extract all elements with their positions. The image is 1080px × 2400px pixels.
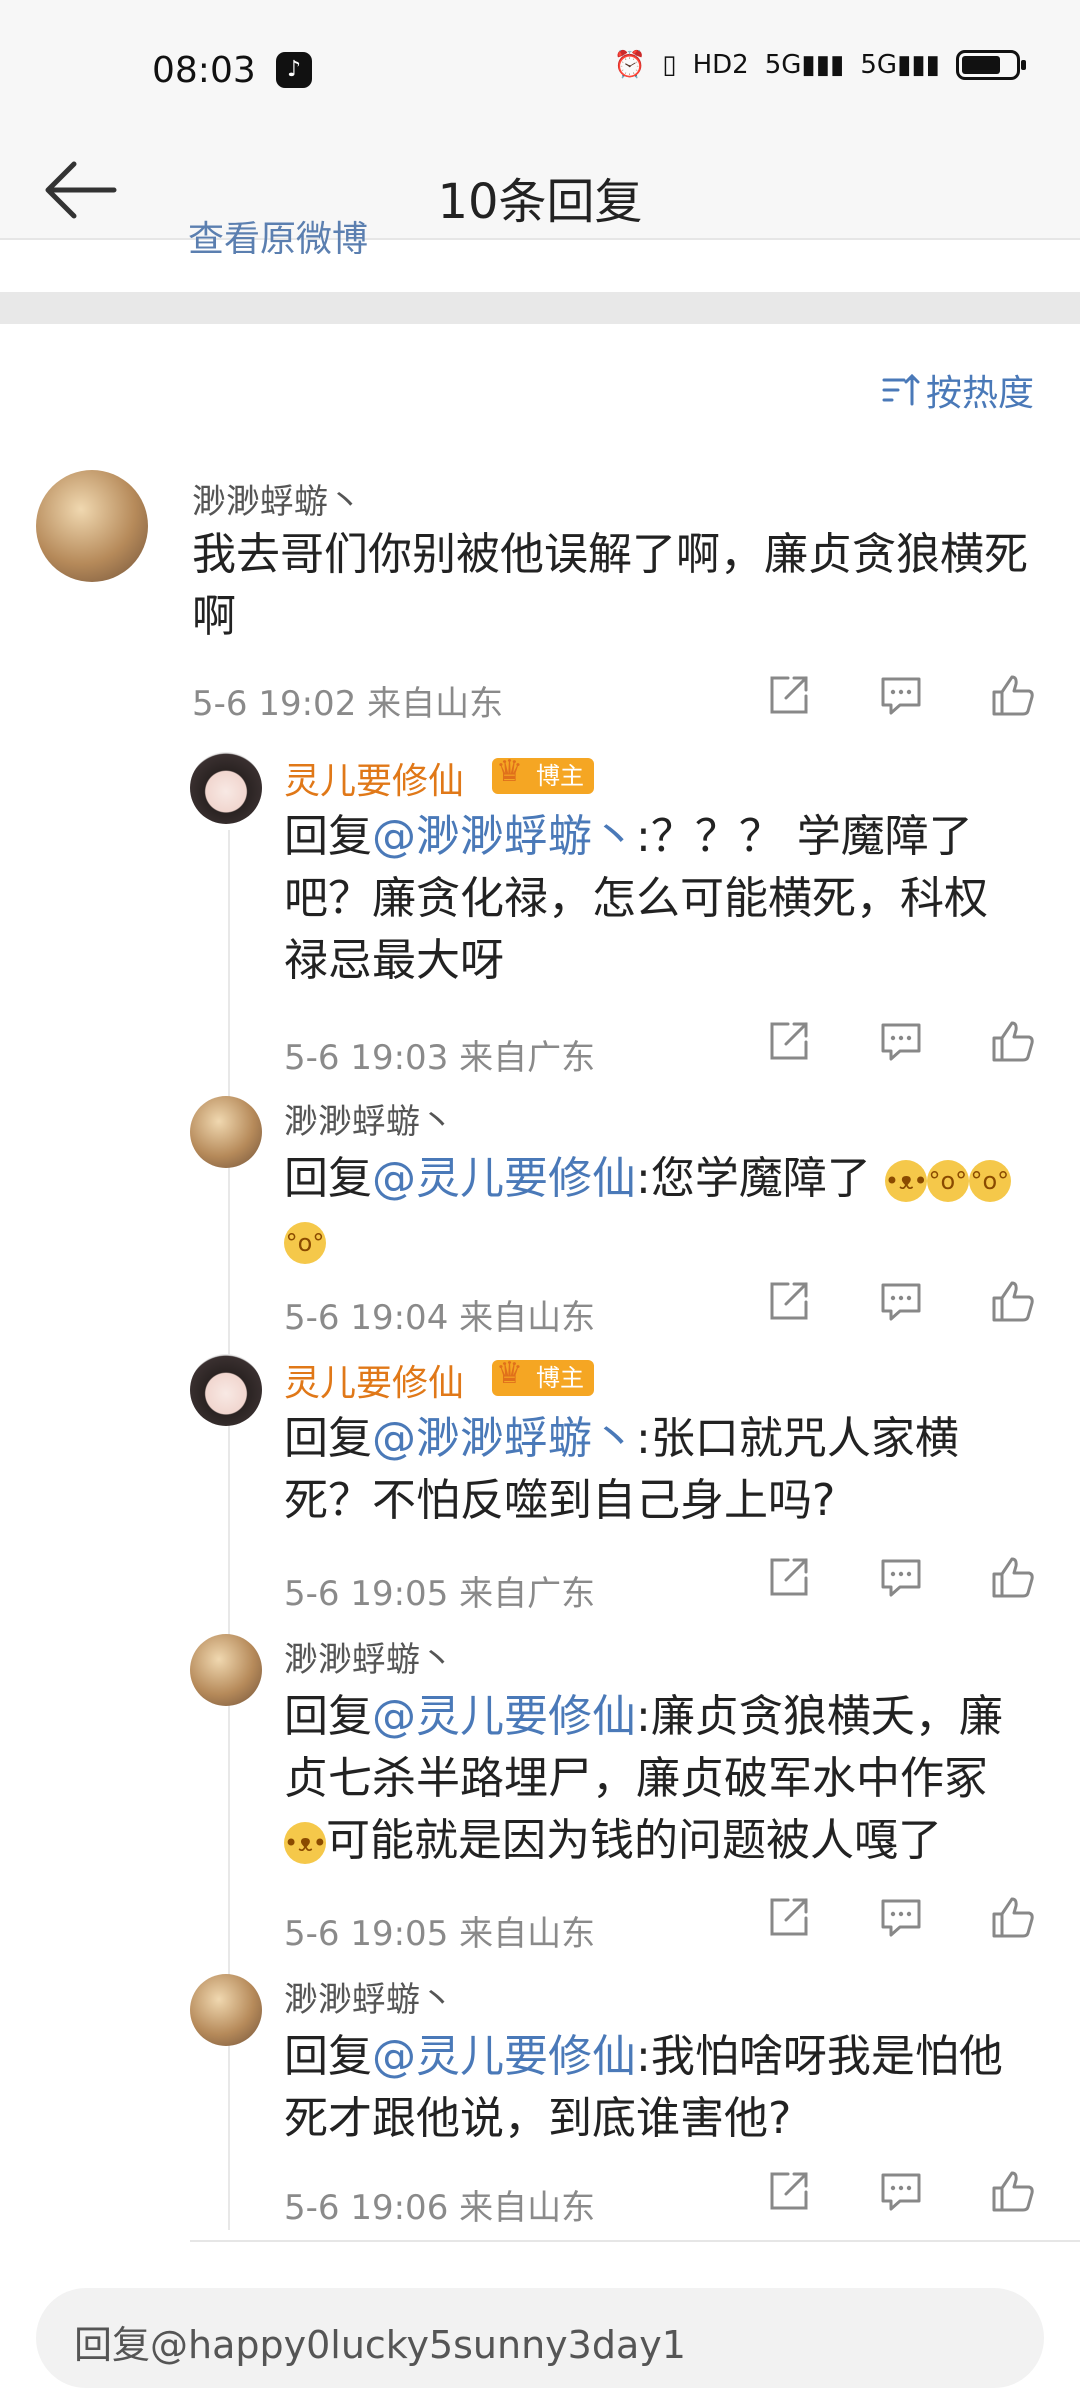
sort-button[interactable]: 按热度: [880, 364, 1034, 416]
share-icon[interactable]: [766, 1278, 812, 1324]
like-icon[interactable]: [990, 1278, 1036, 1324]
avatar[interactable]: [190, 1096, 262, 1168]
reply-meta: 5-6 19:06 来自山东: [284, 2188, 596, 2228]
like-icon[interactable]: [990, 2168, 1036, 2214]
reply-username[interactable]: 渺渺蜉蝣丶: [284, 1632, 454, 1681]
battery-icon: [956, 50, 1026, 80]
shocked-emoji-icon: °o°: [926, 1160, 969, 1202]
doge-emoji-icon: •ᴥ•: [884, 1160, 928, 1202]
reply-username[interactable]: 渺渺蜉蝣丶: [284, 1094, 454, 1143]
crown-icon: ♛: [496, 1356, 523, 1391]
mention-link[interactable]: @灵儿要修仙: [372, 1153, 636, 1204]
tiktok-icon: ♪: [276, 52, 312, 88]
sort-label: 按热度: [925, 373, 1034, 414]
page-title: 10条回复: [437, 174, 643, 230]
vibrate-icon: ▯: [662, 50, 677, 80]
divider: [190, 2240, 1080, 2242]
status-icons: ⏰ ▯ HD2 5G▮▮▮ 5G▮▮▮: [613, 50, 1026, 80]
comment-text: 我去哥们你别被他误解了啊，廉贞贪狼横死啊: [192, 529, 1028, 642]
reply-actions: [766, 1554, 1036, 1600]
5g-signal-icon: 5G▮▮▮: [764, 50, 845, 80]
reply-meta: 5-6 19:04 来自山东: [284, 1298, 596, 1338]
like-icon[interactable]: [990, 1894, 1036, 1940]
comment-meta: 5-6 19:02 来自山东: [192, 684, 504, 724]
hd-icon: HD2: [692, 50, 749, 80]
reply-text: 回复@渺渺蜉蝣丶:？？？ 学魔障了吧？廉贪化禄，怎么可能横死，科权禄忌最大呀: [284, 811, 988, 986]
reply-meta: 5-6 19:03 来自广东: [284, 1038, 596, 1078]
reply-meta: 5-6 19:05 来自山东: [284, 1914, 596, 1954]
avatar[interactable]: [190, 1974, 262, 2046]
blogger-badge: ♛ 博主: [492, 754, 594, 794]
comment-icon[interactable]: [878, 1554, 924, 1600]
view-original-link[interactable]: 查看原微博: [188, 210, 368, 254]
comment-username[interactable]: 渺渺蜉蝣丶: [192, 474, 362, 523]
avatar[interactable]: [36, 470, 148, 582]
mention-link[interactable]: @灵儿要修仙: [372, 1691, 636, 1742]
mention-link[interactable]: @灵儿要修仙: [372, 2031, 636, 2082]
reply-username[interactable]: 渺渺蜉蝣丶: [284, 1972, 454, 2021]
reply-actions: [766, 2168, 1036, 2214]
reply-username[interactable]: 灵儿要修仙: [284, 752, 464, 804]
share-icon[interactable]: [766, 1554, 812, 1600]
avatar[interactable]: [190, 752, 262, 824]
comment-actions: [766, 672, 1036, 718]
comment-icon[interactable]: [878, 672, 924, 718]
crown-icon: ♛: [496, 754, 523, 789]
comment-icon[interactable]: [878, 1894, 924, 1940]
section-divider: [0, 292, 1080, 324]
reply-input[interactable]: 回复@happy0lucky5sunny3day1: [36, 2288, 1044, 2388]
like-icon[interactable]: [990, 1554, 1036, 1600]
reply-actions: [766, 1018, 1036, 1064]
like-icon[interactable]: [990, 1018, 1036, 1064]
share-icon[interactable]: [766, 2168, 812, 2214]
share-icon[interactable]: [766, 1894, 812, 1940]
reply-actions: [766, 1894, 1036, 1940]
mention-link[interactable]: @渺渺蜉蝣丶: [372, 811, 636, 862]
status-time: 08:03: [152, 50, 256, 91]
like-icon[interactable]: [990, 672, 1036, 718]
reply-text: 回复@灵儿要修仙:您学魔障了 •ᴥ•°o° °o° °o°: [284, 1148, 1024, 1272]
reply-input-placeholder: 回复@happy0lucky5sunny3day1: [74, 2323, 686, 2367]
doge-emoji-icon: •ᴥ•: [284, 1822, 327, 1864]
status-bar: 08:03 ♪ ⏰ ▯ HD2 5G▮▮▮ 5G▮▮▮: [0, 0, 1080, 140]
comment-icon[interactable]: [878, 2168, 924, 2214]
share-icon[interactable]: [766, 1018, 812, 1064]
reply-text: 回复@渺渺蜉蝣丶:张口就咒人家横死？不怕反噬到自己身上吗?: [284, 1413, 959, 1526]
nav-bar: 10条回复: [0, 140, 1080, 240]
5g-signal-icon: 5G▮▮▮: [860, 50, 940, 80]
shocked-emoji-icon: °o°: [284, 1222, 326, 1264]
reply-actions: [766, 1278, 1036, 1324]
shocked-emoji-icon: °o°: [968, 1160, 1011, 1202]
mention-link[interactable]: @渺渺蜉蝣丶: [372, 1413, 636, 1464]
share-icon[interactable]: [766, 672, 812, 718]
reply-text: 回复@灵儿要修仙:我怕啥呀我是怕他死才跟他说，到底谁害他?: [284, 2031, 1003, 2144]
comment-icon[interactable]: [878, 1018, 924, 1064]
avatar[interactable]: [190, 1354, 262, 1426]
alarm-icon: ⏰: [613, 50, 647, 80]
comment-icon[interactable]: [878, 1278, 924, 1324]
blogger-badge: ♛ 博主: [492, 1356, 594, 1396]
nav-divider: [0, 238, 1080, 240]
sort-icon: [882, 373, 920, 406]
avatar[interactable]: [190, 1634, 262, 1706]
reply-text: 回复@灵儿要修仙:廉贞贪狼横夭，廉贞七杀半路埋尸，廉贞破军水中作冢•ᴥ•可能就是…: [284, 1691, 1003, 1866]
reply-username[interactable]: 灵儿要修仙: [284, 1354, 464, 1406]
reply-meta: 5-6 19:05 来自广东: [284, 1574, 596, 1614]
